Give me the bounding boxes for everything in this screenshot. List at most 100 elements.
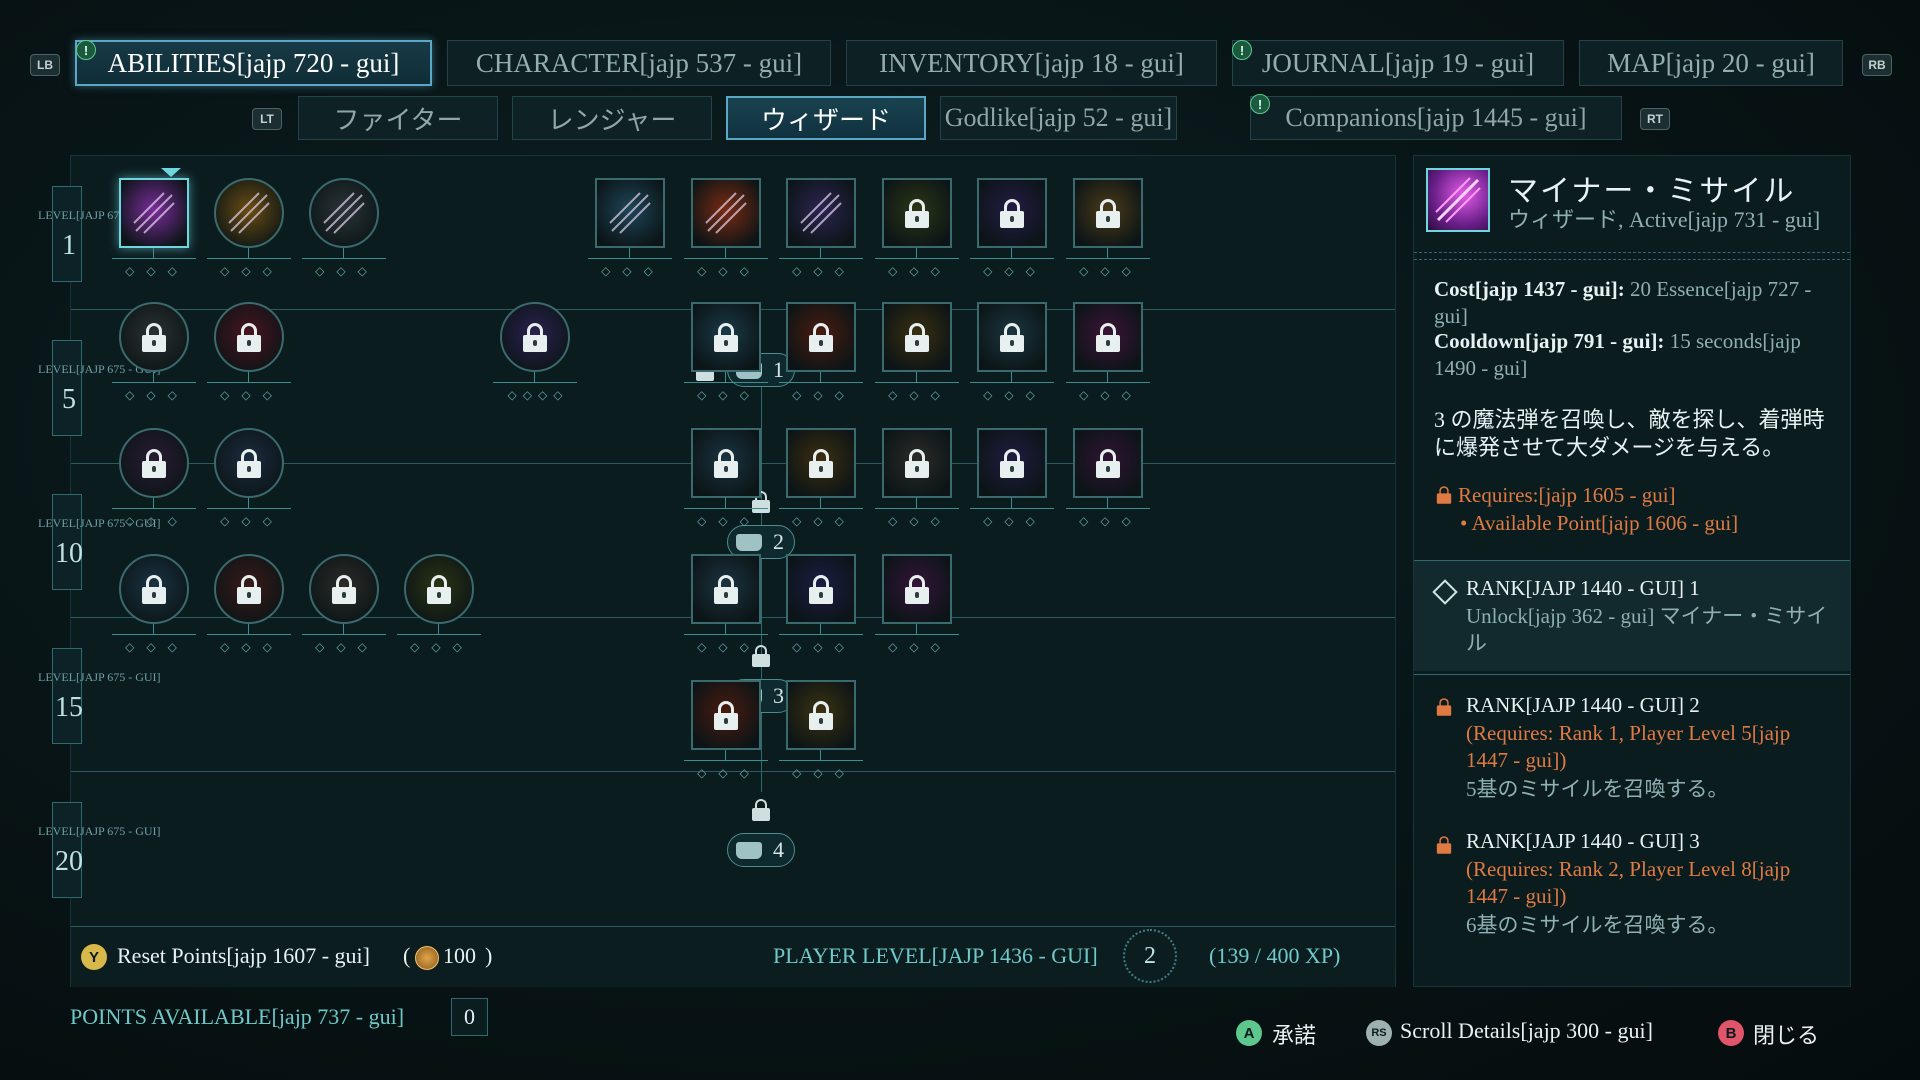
node-stem — [916, 248, 917, 258]
ability-node-ability-gold-armor[interactable]: ◇◇◇ — [207, 178, 291, 282]
ability-blue-blade-icon — [214, 428, 284, 498]
ability-detail-panel[interactable]: マイナー・ミサイル ウィザード, Active[jajp 731 - gui] … — [1413, 155, 1851, 987]
node-stem — [1011, 248, 1012, 258]
ability-node-ability-arcane-fist[interactable]: ◇◇◇ — [779, 554, 863, 658]
node-base-line — [970, 382, 1054, 383]
ability-glyph — [133, 192, 175, 234]
lock-icon — [1093, 322, 1123, 352]
alert-icon: ! — [1250, 94, 1270, 114]
rank-pips: ◇◇◇◇ — [507, 388, 569, 402]
scroll-details-hint-label[interactable]: Scroll Details[jajp 300 - gui] — [1400, 1018, 1653, 1044]
ability-pink-star-icon — [1073, 302, 1143, 372]
a-button-icon[interactable]: A — [1236, 1020, 1262, 1046]
cost-label: Cost[jajp 1437 - gui]: — [1434, 277, 1625, 301]
rank-pips: ◇◇◇ — [220, 388, 284, 402]
ability-node-ability-gold-portal[interactable]: ◇◇◇ — [779, 680, 863, 784]
reset-cost-value: 100 — [443, 943, 476, 968]
ability-description: 3 の魔法弾を召喚し、敵を探し、着弾時に爆発させて大ダメージを与える。 — [1434, 407, 1825, 460]
tab-character[interactable]: CHARACTER[jajp 537 - gui] — [447, 40, 831, 86]
ability-node-ability-heart-shield[interactable]: ◇◇◇ — [112, 428, 196, 532]
rt-button-hint[interactable]: RT — [1640, 108, 1670, 130]
ability-node-ability-red-burst[interactable]: ◇◇◇ — [207, 302, 291, 406]
subtab-companions[interactable]: Companions[jajp 1445 - gui] — [1250, 96, 1622, 140]
ability-glyph — [609, 192, 651, 234]
rank-pips: ◇◇◇ — [315, 264, 379, 278]
ability-node-ability-gold-hood[interactable]: ◇◇◇ — [1066, 178, 1150, 282]
ability-node-ability-gold-shield[interactable]: ◇◇◇ — [779, 428, 863, 532]
ability-fire-swirl-icon — [786, 302, 856, 372]
node-stem — [820, 624, 821, 634]
tier-marker-4[interactable]: 4 — [727, 833, 795, 867]
ability-node-ability-blue-slash[interactable]: ◇◇◇ — [588, 178, 672, 282]
lock-icon — [139, 448, 169, 478]
ability-violet-mage-icon — [500, 302, 570, 372]
rank-title: RANK[JAJP 1440 - GUI] 3 — [1466, 829, 1700, 853]
ability-node-ability-violet-dagger[interactable]: ◇◇◇ — [970, 428, 1054, 532]
rank-pips: ◇◇◇ — [1079, 514, 1143, 528]
rs-button-icon[interactable]: RS — [1366, 1020, 1392, 1046]
ability-frost-hand-icon — [691, 428, 761, 498]
close-hint-label[interactable]: 閉じる — [1753, 1018, 1819, 1050]
ability-node-ability-violet-mage[interactable]: ◇◇◇◇ — [493, 302, 577, 406]
ability-node-ability-teal-wave[interactable]: ◇◇◇ — [970, 302, 1054, 406]
rank-pips: ◇◇◇ — [1079, 388, 1143, 402]
subtab-wizard[interactable]: ウィザード — [726, 96, 926, 140]
b-button-icon[interactable]: B — [1718, 1020, 1744, 1046]
subtab-ranger[interactable]: レンジャー — [512, 96, 712, 140]
ability-node-ability-flame-sword[interactable]: ◇◇◇ — [684, 680, 768, 784]
cost-line: Cost[jajp 1437 - gui]: 20 Essence[jajp 7… — [1434, 276, 1839, 330]
y-button-icon[interactable]: Y — [81, 944, 107, 970]
ability-node-ability-blue-rune[interactable]: ◇◇◇ — [112, 554, 196, 658]
node-stem — [820, 498, 821, 508]
ability-node-ability-storm-cloud[interactable]: ◇◇◇ — [875, 428, 959, 532]
ability-node-ability-fire-fan[interactable]: ◇◇◇ — [684, 178, 768, 282]
node-stem — [725, 372, 726, 382]
ability-node-minor-missile[interactable]: ◇◇◇ — [112, 178, 196, 282]
ability-node-ability-frost-fountain[interactable]: ◇◇◇ — [684, 554, 768, 658]
subtab-godlike[interactable]: Godlike[jajp 52 - gui] — [940, 96, 1177, 140]
ability-node-ability-pink-star[interactable]: ◇◇◇ — [1066, 302, 1150, 406]
ability-gold-portal-icon — [786, 680, 856, 750]
level-badge-20: LEVEL[JAJP 675 - GUI] 20 — [38, 802, 161, 898]
points-available-value: 0 — [464, 1004, 475, 1029]
ability-node-ability-lightning-hand[interactable]: ◇◇◇ — [779, 178, 863, 282]
rb-button-hint[interactable]: RB — [1862, 54, 1892, 76]
node-base-line — [684, 760, 768, 761]
tab-map[interactable]: MAP[jajp 20 - gui] — [1579, 40, 1843, 86]
ability-subtitle: ウィザード, Active[jajp 731 - gui] — [1508, 207, 1821, 232]
node-stem — [248, 372, 249, 382]
ability-node-ability-arcane-face[interactable]: ◇◇◇ — [1066, 428, 1150, 532]
ability-node-ability-frost-hand[interactable]: ◇◇◇ — [684, 428, 768, 532]
tab-abilities[interactable]: ABILITIES[jajp 720 - gui] — [75, 40, 432, 86]
ability-node-ability-pink-wisp[interactable]: ◇◇◇ — [875, 554, 959, 658]
ability-node-ability-blue-blade[interactable]: ◇◇◇ — [207, 428, 291, 532]
ability-node-ability-grey-spikes[interactable]: ◇◇◇ — [112, 302, 196, 406]
lock-icon — [902, 198, 932, 228]
ability-node-ability-fire-swirl[interactable]: ◇◇◇ — [779, 302, 863, 406]
node-base-line — [779, 760, 863, 761]
ability-node-ability-frost-shard[interactable]: ◇◇◇ — [684, 302, 768, 406]
lb-button-hint[interactable]: LB — [30, 54, 60, 76]
player-level-value: 2 — [1144, 942, 1156, 969]
reset-cost-open: ( — [403, 943, 411, 968]
node-base-line — [875, 258, 959, 259]
ability-node-ability-green-hand[interactable]: ◇◇◇ — [875, 178, 959, 282]
subtab-fighter[interactable]: ファイター — [298, 96, 498, 140]
confirm-hint-label[interactable]: 承諾 — [1272, 1018, 1316, 1050]
ability-node-ability-red-rune[interactable]: ◇◇◇ — [207, 554, 291, 658]
xp-progress: (139 / 400 XP) — [1209, 943, 1341, 968]
ability-stone-rune-icon — [309, 554, 379, 624]
ability-node-ability-golden-bolt[interactable]: ◇◇◇ — [875, 302, 959, 406]
rank-unlock-text: Unlock[jajp 362 - gui] マイナー・ミサイル — [1466, 604, 1828, 655]
reset-points-label[interactable]: Reset Points[jajp 1607 - gui] — [117, 943, 370, 969]
ability-node-ability-wand[interactable]: ◇◇◇ — [302, 178, 386, 282]
ability-node-ability-purple-blade[interactable]: ◇◇◇ — [970, 178, 1054, 282]
ability-node-ability-olive-rune[interactable]: ◇◇◇ — [397, 554, 481, 658]
level-badge-5: LEVEL[JAJP 675 - GUI] 5 — [38, 340, 161, 436]
tab-inventory[interactable]: INVENTORY[jajp 18 - gui] — [846, 40, 1217, 86]
ability-node-ability-stone-rune[interactable]: ◇◇◇ — [302, 554, 386, 658]
lt-button-hint[interactable]: LT — [252, 108, 282, 130]
tab-journal[interactable]: JOURNAL[jajp 19 - gui] — [1232, 40, 1564, 86]
node-base-line — [779, 508, 863, 509]
subtab-label: Godlike[jajp 52 - gui] — [944, 103, 1173, 132]
